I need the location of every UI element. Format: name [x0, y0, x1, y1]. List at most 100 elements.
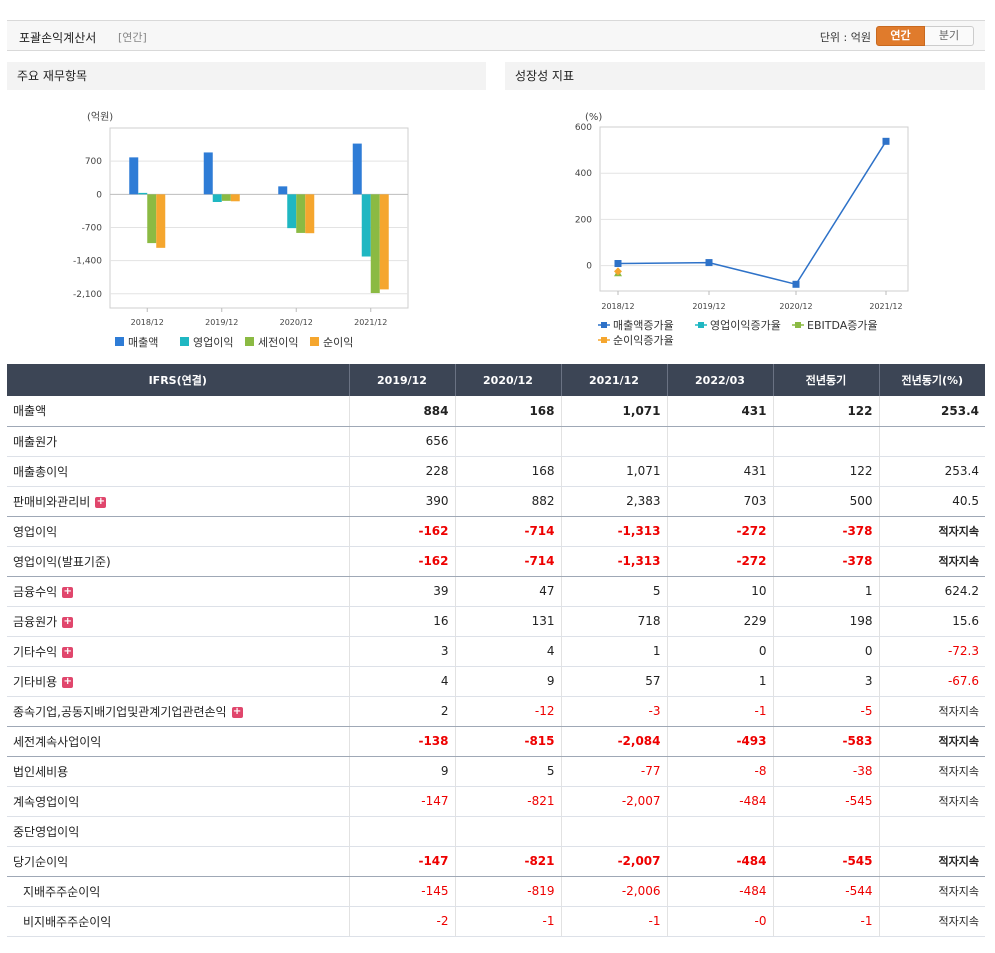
statement-header: 포괄손익계산서 [연간] 단위 : 억원 연간 분기: [7, 20, 985, 51]
bar-2[interactable]: [221, 194, 231, 201]
row-label-text: 기타비용: [13, 674, 58, 689]
data-point[interactable]: [614, 260, 622, 268]
table-cell: [454, 816, 561, 847]
legend-label[interactable]: 세전이익: [258, 336, 298, 349]
legend-label[interactable]: 영업이익: [193, 336, 233, 349]
expand-icon[interactable]: +: [62, 586, 74, 598]
table-cell: -545: [772, 846, 879, 877]
bar-0[interactable]: [203, 152, 213, 195]
row-label-text: 법인세비용: [13, 764, 69, 779]
table-cell: -12: [454, 696, 561, 727]
table-cell: 4: [454, 636, 561, 667]
legend-label[interactable]: 매출액: [128, 336, 158, 349]
table-cell: -714: [454, 516, 561, 547]
legend-marker: [698, 322, 704, 328]
table-cell: 1: [772, 576, 879, 607]
table-cell: 884: [348, 396, 455, 427]
period-toggle: 연간 분기: [876, 26, 974, 46]
legend-label[interactable]: 매출액증가율: [613, 319, 674, 332]
table-cell: [454, 426, 561, 457]
bar-0[interactable]: [352, 143, 362, 195]
table-cell: 253.4: [878, 456, 985, 487]
legend-swatch: [115, 337, 124, 346]
data-point[interactable]: [792, 280, 800, 288]
table-row: 금융원가 +16 131 718 229 198 15.6: [7, 606, 985, 637]
legend-label[interactable]: 순이익증가율: [613, 334, 674, 347]
table-cell: -484: [666, 846, 773, 877]
column-header-period: 전년동기: [772, 364, 879, 396]
bar-2[interactable]: [296, 194, 306, 233]
table-row: 매출액 884 168 1,071 431 122 253.4: [7, 396, 985, 427]
bar-2[interactable]: [147, 194, 157, 244]
table-cell: 적자지속: [878, 846, 985, 877]
table-cell: 적자지속: [878, 906, 985, 937]
table-cell: 3: [772, 666, 879, 697]
bar-3[interactable]: [379, 194, 389, 290]
y-tick-label: 200: [575, 215, 592, 225]
row-label: 매출총이익: [7, 456, 349, 487]
quarter-button[interactable]: 분기: [925, 26, 974, 46]
table-cell: 5: [454, 756, 561, 787]
expand-icon[interactable]: +: [62, 646, 74, 658]
y-tick-label: -1,400: [73, 257, 102, 267]
y-tick-label: 400: [575, 169, 592, 179]
bar-1[interactable]: [361, 194, 371, 257]
row-label: 계속영업이익: [7, 786, 349, 817]
bar-3[interactable]: [305, 194, 315, 234]
table-row: 세전계속사업이익 -138 -815 -2,084 -493 -583 적자지속: [7, 726, 985, 757]
table-cell: -484: [666, 876, 773, 907]
table-cell: 624.2: [878, 576, 985, 607]
data-point[interactable]: [882, 137, 890, 145]
legend-label[interactable]: 순이익: [323, 336, 353, 349]
table-cell: 4: [348, 666, 455, 697]
table-cell: -3: [560, 696, 667, 727]
table-cell: -272: [666, 546, 773, 577]
table-cell: -5: [772, 696, 879, 727]
table-cell: -147: [348, 786, 455, 817]
table-cell: 적자지속: [878, 726, 985, 757]
table-cell: [878, 816, 985, 847]
table-cell: 1,071: [560, 396, 667, 427]
table-cell: -77: [560, 756, 667, 787]
table-row: 중단영업이익: [7, 816, 985, 847]
x-tick-label: 2021/12: [354, 318, 387, 327]
bar-0[interactable]: [278, 186, 288, 195]
row-label: 법인세비용: [7, 756, 349, 787]
bar-0[interactable]: [129, 157, 139, 195]
row-label-text: 지배주주순이익: [23, 884, 101, 899]
row-label-text: 종속기업,공동지배기업및관계기업관련손익: [13, 704, 227, 719]
table-cell: -1,313: [560, 546, 667, 577]
legend-label[interactable]: EBITDA증가율: [807, 319, 878, 332]
expand-icon[interactable]: +: [62, 676, 74, 688]
legend-swatch: [180, 337, 189, 346]
table-cell: 882: [454, 486, 561, 517]
annual-button[interactable]: 연간: [876, 26, 925, 46]
bar-1[interactable]: [212, 194, 222, 202]
table-cell: -821: [454, 846, 561, 877]
legend-label[interactable]: 영업이익증가율: [710, 319, 781, 332]
row-label-text: 영업이익(발표기준): [13, 554, 111, 569]
column-header-period: 2021/12: [560, 364, 667, 396]
table-cell: -821: [454, 786, 561, 817]
table-cell: 15.6: [878, 606, 985, 637]
bar-3[interactable]: [156, 194, 166, 248]
data-point[interactable]: [705, 259, 713, 267]
table-cell: 적자지속: [878, 696, 985, 727]
bar-1[interactable]: [287, 194, 297, 229]
row-label-text: 당기순이익: [13, 854, 69, 869]
expand-icon[interactable]: +: [231, 706, 243, 718]
table-cell: 1,071: [560, 456, 667, 487]
expand-icon[interactable]: +: [95, 496, 107, 508]
x-tick-label: 2020/12: [280, 318, 313, 327]
bar-3[interactable]: [230, 194, 240, 202]
column-header-period: 2022/03: [666, 364, 773, 396]
bar-2[interactable]: [370, 194, 380, 294]
table-cell: 1: [560, 636, 667, 667]
table-cell: 0: [666, 636, 773, 667]
bar-1[interactable]: [138, 192, 148, 195]
row-label: 당기순이익: [7, 846, 349, 877]
row-label: 중단영업이익: [7, 816, 349, 847]
expand-icon[interactable]: +: [62, 616, 74, 628]
table-row: 매출원가 656: [7, 426, 985, 457]
row-label-text: 매출총이익: [13, 464, 69, 479]
